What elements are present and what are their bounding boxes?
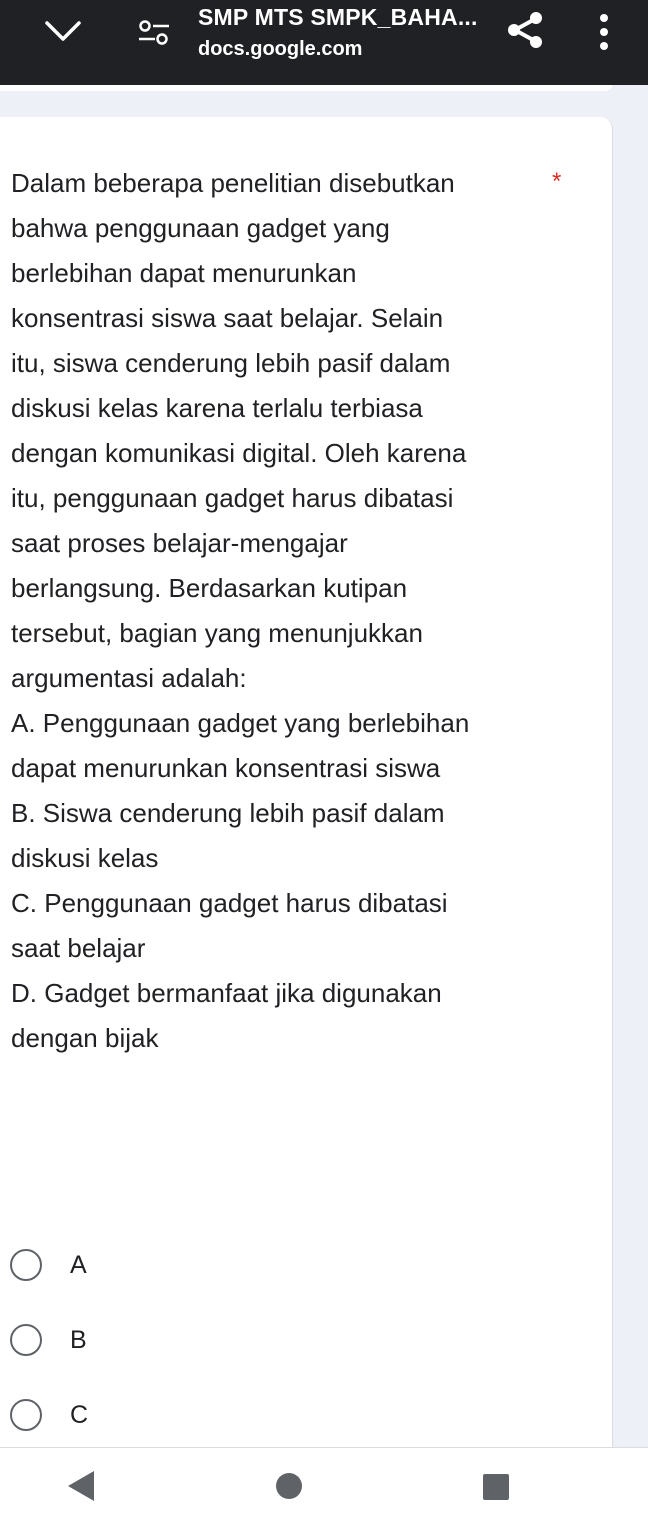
radio-button[interactable] — [10, 1324, 42, 1356]
recent-apps-icon[interactable] — [482, 1473, 510, 1501]
question-line: saat belajar — [11, 933, 146, 963]
page-url[interactable]: docs.google.com — [198, 38, 362, 61]
browser-top-bar: SMP MTS SMPK_BAHA... docs.google.com — [0, 0, 648, 85]
option-b[interactable]: B — [10, 1320, 310, 1360]
previous-card-edge — [0, 85, 612, 91]
home-icon[interactable] — [275, 1472, 303, 1500]
question-text: Dalam beberapa penelitian disebutkan bahw… — [11, 161, 541, 1061]
tune-icon[interactable] — [137, 18, 171, 48]
question-line: diskusi kelas karena terlalu terbiasa — [11, 393, 423, 423]
option-label: C — [70, 1400, 89, 1429]
option-label: B — [70, 1325, 87, 1354]
question-line: bahwa penggunaan gadget yang — [11, 213, 390, 243]
system-nav-bar — [0, 1447, 648, 1526]
option-label: A — [70, 1250, 87, 1279]
question-line: D. Gadget bermanfaat jika digunakan — [11, 978, 442, 1008]
question-line: diskusi kelas — [11, 843, 159, 873]
question-line: B. Siswa cenderung lebih pasif dalam — [11, 798, 445, 828]
back-icon[interactable] — [66, 1469, 96, 1503]
radio-button[interactable] — [10, 1249, 42, 1281]
question-line: tersebut, bagian yang menunjukkan — [11, 618, 423, 648]
question-line: itu, siswa cenderung lebih pasif dalam — [11, 348, 451, 378]
option-c[interactable]: C — [10, 1395, 310, 1435]
question-line: itu, penggunaan gadget harus dibatasi — [11, 483, 454, 513]
share-icon[interactable] — [505, 10, 545, 50]
required-asterisk: * — [552, 168, 562, 195]
more-vert-icon[interactable] — [594, 12, 614, 52]
chevron-down-icon[interactable] — [44, 18, 82, 44]
radio-button[interactable] — [10, 1399, 42, 1431]
question-line: argumentasi adalah: — [11, 663, 247, 693]
question-line: berlebihan dapat menurunkan — [11, 258, 357, 288]
question-line: berlangsung. Berdasarkan kutipan — [11, 573, 408, 603]
question-line: A. Penggunaan gadget yang berlebihan — [11, 708, 470, 738]
question-line: dengan komunikasi digital. Oleh karena — [11, 438, 467, 468]
question-line: Dalam beberapa penelitian disebutkan — [11, 168, 455, 198]
question-line: saat proses belajar-mengajar — [11, 528, 348, 558]
question-line: dapat menurunkan konsentrasi siswa — [11, 753, 441, 783]
question-line: konsentrasi siswa saat belajar. Selain — [11, 303, 444, 333]
option-a[interactable]: A — [10, 1245, 310, 1285]
question-line: dengan bijak — [11, 1023, 159, 1053]
page-title: SMP MTS SMPK_BAHA... — [198, 4, 478, 30]
question-line: C. Penggunaan gadget harus dibatasi — [11, 888, 448, 918]
